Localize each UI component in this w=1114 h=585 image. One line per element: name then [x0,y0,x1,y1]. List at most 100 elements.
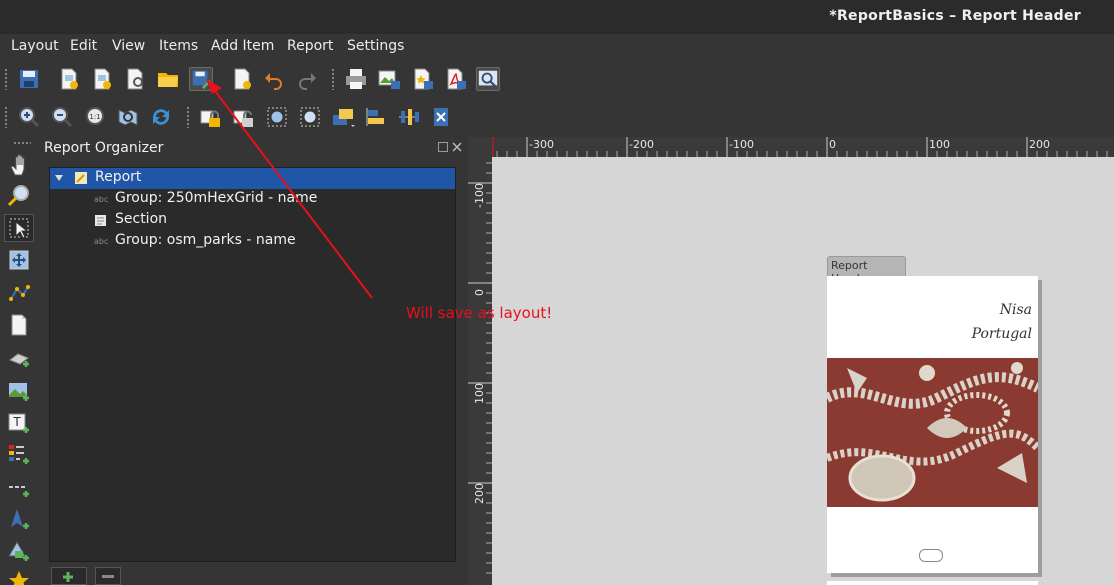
add-shape-icon[interactable] [7,539,31,563]
duplicate-layout-icon[interactable] [90,67,114,91]
menu-report[interactable]: Report [287,38,333,54]
save-icon[interactable] [17,67,41,91]
menu-settings[interactable]: Settings [347,38,404,54]
new-report-icon[interactable] [230,67,254,91]
print-icon[interactable] [344,67,368,91]
group-icon[interactable] [265,105,289,129]
add-marker-icon[interactable] [7,569,31,585]
zoom-tool-icon[interactable] [7,184,31,208]
ruler-label: -200 [629,138,654,151]
open-template-icon[interactable] [156,67,180,91]
mosaic-photo[interactable] [827,358,1038,507]
float-panel-icon[interactable] [438,142,448,152]
ruler-label: 100 [929,138,950,151]
ruler-corner [468,137,492,157]
page-section-tab[interactable]: Report Header [827,256,906,285]
panel-title: Report Organizer [44,140,164,156]
add-legend-icon[interactable] [7,442,31,466]
add-3d-map-icon[interactable] [7,346,31,370]
align-icon[interactable] [364,105,388,129]
vertical-ruler-ticks [468,162,492,574]
layout-canvas[interactable]: -300 -200 -100 0 100 200 -100 0 100 200 … [468,137,1114,585]
redo-icon[interactable] [295,67,319,91]
minus-icon [102,575,114,578]
add-scalebar-icon[interactable] [7,475,31,499]
ungroup-icon[interactable] [298,105,322,129]
add-section-button[interactable] [51,567,87,585]
refresh-icon[interactable] [149,105,173,129]
ruler-label: 200 [473,483,486,504]
toolbar-grip[interactable] [4,106,8,128]
menu-layout[interactable]: Layout [11,38,59,54]
lock-icon[interactable] [199,105,223,129]
atlas-preview-icon[interactable] [476,67,500,91]
menu-edit[interactable]: Edit [70,38,97,54]
new-layout-icon[interactable] [57,67,81,91]
window-title: *ReportBasics – Report Header [829,8,1081,24]
report-page[interactable]: Nisa Portugal [827,276,1038,573]
ruler-label: -100 [729,138,754,151]
add-picture-icon[interactable] [7,379,31,403]
tools-toolbar: T [0,137,38,585]
plus-icon [63,572,73,582]
toolbar-grip[interactable] [331,68,335,90]
layout-toolbar [0,60,1114,98]
menu-add-item[interactable]: Add Item [211,38,274,54]
tree-item-label: Section [115,211,168,227]
export-pdf-icon[interactable] [443,67,467,91]
select-icon[interactable] [7,216,31,240]
zoom-full-icon[interactable] [116,105,140,129]
horizontal-ruler-ticks [492,137,1108,157]
unlock-icon[interactable] [232,105,256,129]
title-bar: *ReportBasics – Report Header [0,0,1114,34]
report-organizer-panel: Report Organizer Report abc Group: 250mH… [38,137,468,585]
tree-item-group[interactable]: abc Group: osm_parks - name [50,231,455,252]
section-icon [95,215,106,226]
tree-item-label: Report [95,169,142,185]
raise-icon[interactable] [331,105,355,129]
toolbar-grip[interactable] [4,68,8,90]
next-page-edge [827,581,1038,585]
tree-item-section[interactable]: Section [50,210,455,231]
toolbar-grip[interactable] [186,106,190,128]
move-content-icon[interactable] [7,248,31,272]
expand-arrow-icon[interactable] [54,174,64,182]
horizontal-ruler[interactable]: -300 -200 -100 0 100 200 [492,137,1114,157]
svg-text:1:1: 1:1 [89,113,100,121]
field-abc-icon: abc [94,237,109,246]
resize-icon[interactable] [430,105,454,129]
distribute-icon[interactable] [397,105,421,129]
add-label-icon[interactable]: T [7,411,31,435]
add-map-icon[interactable] [7,313,31,337]
tree-item-label: Group: 250mHexGrid - name [115,190,318,206]
tree-item-report[interactable]: Report [50,168,455,189]
ruler-label: -300 [529,138,554,151]
page-title-line1[interactable]: Nisa [1000,302,1032,318]
page-footer-shape[interactable] [919,549,943,562]
toolbar-grip[interactable] [13,141,31,145]
page-title-line2[interactable]: Portugal [972,326,1032,342]
ruler-label: 0 [473,289,486,296]
export-svg-icon[interactable] [410,67,434,91]
svg-text:T: T [12,415,21,429]
close-panel-icon[interactable] [452,142,462,152]
add-north-arrow-icon[interactable] [7,507,31,531]
vertical-ruler[interactable]: -100 0 100 200 [468,157,492,585]
layout-manager-icon[interactable] [123,67,147,91]
menu-bar: Layout Edit View Items Add Item Report S… [0,34,1114,60]
undo-icon[interactable] [262,67,286,91]
edit-nodes-icon[interactable] [7,281,31,305]
tree-item-group[interactable]: abc Group: 250mHexGrid - name [50,189,455,210]
zoom-out-icon[interactable] [50,105,74,129]
remove-section-button[interactable] [95,567,121,585]
tree-item-label: Group: osm_parks - name [115,232,296,248]
save-as-template-icon[interactable] [189,67,213,91]
organizer-footer [49,566,456,585]
zoom-actual-icon[interactable]: 1:1 [83,105,107,129]
menu-items[interactable]: Items [159,38,198,54]
zoom-in-icon[interactable] [17,105,41,129]
pan-icon[interactable] [7,153,31,177]
export-image-icon[interactable] [377,67,401,91]
menu-view[interactable]: View [112,38,145,54]
field-abc-icon: abc [94,195,109,204]
